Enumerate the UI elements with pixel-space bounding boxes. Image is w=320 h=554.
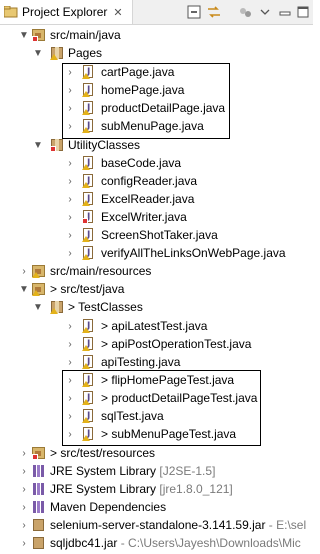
chevron-right-icon[interactable]: › <box>18 498 30 516</box>
tree-label: > TestClasses <box>68 300 143 314</box>
tree-label: baseCode.java <box>101 156 182 170</box>
highlight-box-tests <box>62 370 261 446</box>
chevron-right-icon[interactable]: › <box>64 353 76 371</box>
package-icon <box>50 46 64 60</box>
collapse-all-icon[interactable] <box>185 3 203 21</box>
chevron-right-icon[interactable]: › <box>18 480 30 498</box>
tree-label: JRE System Library [jre1.8.0_121] <box>50 482 233 496</box>
library-icon <box>32 464 46 478</box>
tree-label: JRE System Library [J2SE-1.5] <box>50 464 216 478</box>
tree-label: > apiPostOperationTest.java <box>101 337 252 351</box>
tree-label: apiTesting.java <box>101 355 181 369</box>
tree-node-jre-library[interactable]: › JRE System Library [J2SE-1.5] <box>0 462 313 480</box>
chevron-down-icon[interactable]: ▼ <box>32 298 44 316</box>
tree-node-file[interactable]: › J verifyAllTheLinksOnWebPage.java <box>0 244 313 262</box>
chevron-right-icon[interactable]: › <box>18 534 30 552</box>
link-with-editor-icon[interactable] <box>205 3 223 21</box>
source-folder-icon <box>32 282 46 296</box>
tree-label: verifyAllTheLinksOnWebPage.java <box>101 246 286 260</box>
tree-label: > src/test/resources <box>50 446 156 460</box>
chevron-right-icon[interactable]: › <box>64 154 76 172</box>
java-file-icon: J <box>82 319 96 333</box>
java-file-icon: J <box>82 192 96 206</box>
chevron-down-icon[interactable]: ▼ <box>18 280 30 298</box>
java-file-icon: J <box>82 174 96 188</box>
tree-node-testclasses[interactable]: ▼ > TestClasses <box>0 298 313 316</box>
tree-label: ScreenShotTaker.java <box>101 228 218 242</box>
tree-label: selenium-server-standalone-3.141.59.jar … <box>50 518 307 532</box>
tree-label: ExcelWriter.java <box>101 210 187 224</box>
tree-label: > apiLatestTest.java <box>101 319 208 333</box>
tree-label: src/main/resources <box>50 264 152 278</box>
java-file-icon: J <box>82 210 96 224</box>
filter-icon[interactable] <box>236 3 254 21</box>
tree-node-src-test-java[interactable]: ▼ > src/test/java <box>0 280 313 298</box>
tree-label: configReader.java <box>101 174 198 188</box>
chevron-right-icon[interactable]: › <box>18 262 30 280</box>
java-file-icon: J <box>82 246 96 260</box>
tree-node-src-test-resources[interactable]: › > src/test/resources <box>0 444 313 462</box>
tree-label: sqljdbc41.jar - C:\Users\Jayesh\Download… <box>50 536 301 550</box>
tree-label: Pages <box>68 46 103 60</box>
chevron-right-icon[interactable]: › <box>64 226 76 244</box>
chevron-right-icon[interactable]: › <box>18 516 30 534</box>
minimize-icon[interactable] <box>276 3 294 21</box>
tree-node-jar[interactable]: › sqljdbc41.jar - C:\Users\Jayesh\Downlo… <box>0 534 313 552</box>
java-file-icon: J <box>82 355 96 369</box>
tree-node-file[interactable]: › J configReader.java <box>0 172 313 190</box>
tree-label: Maven Dependencies <box>50 500 167 514</box>
chevron-down-icon[interactable]: ▼ <box>18 26 30 44</box>
tree-label: src/main/java <box>50 28 121 42</box>
tree-node-src-main-resources[interactable]: › src/main/resources <box>0 262 313 280</box>
library-icon <box>32 482 46 496</box>
highlight-box-pages <box>62 63 230 139</box>
chevron-right-icon[interactable]: › <box>64 317 76 335</box>
tree-label: UtilityClasses <box>68 138 141 152</box>
project-explorer-icon <box>3 5 18 18</box>
chevron-right-icon[interactable]: › <box>64 208 76 226</box>
tree-node-maven-dependencies[interactable]: › Maven Dependencies <box>0 498 313 516</box>
tree-node-jre-library[interactable]: › JRE System Library [jre1.8.0_121] <box>0 480 313 498</box>
package-icon <box>50 300 64 314</box>
package-icon <box>50 138 64 152</box>
tab-title: Project Explorer <box>22 5 108 19</box>
close-icon[interactable]: ✕ <box>113 6 122 19</box>
chevron-right-icon[interactable]: › <box>18 462 30 480</box>
view-menu-icon[interactable] <box>256 3 274 21</box>
view-header: Project Explorer ✕ <box>0 0 313 25</box>
chevron-right-icon[interactable]: › <box>64 244 76 262</box>
tree-node-file[interactable]: › J > apiPostOperationTest.java <box>0 335 313 353</box>
tree-node-file[interactable]: › J > apiLatestTest.java <box>0 317 313 335</box>
tree-label: > src/test/java <box>50 282 125 296</box>
source-folder-icon <box>32 28 46 42</box>
tab-project-explorer[interactable]: Project Explorer ✕ <box>0 0 133 24</box>
chevron-right-icon[interactable]: › <box>18 444 30 462</box>
tree-node-file[interactable]: › J ExcelWriter.java <box>0 208 313 226</box>
java-file-icon: J <box>82 156 96 170</box>
source-folder-icon <box>32 446 46 460</box>
tree-node-file[interactable]: › J baseCode.java <box>0 154 313 172</box>
java-file-icon: J <box>82 337 96 351</box>
tree-node-src-main-java[interactable]: ▼ src/main/java <box>0 26 313 44</box>
tree-node-file[interactable]: › J apiTesting.java <box>0 353 313 371</box>
chevron-down-icon[interactable]: ▼ <box>32 44 44 62</box>
tree-node-file[interactable]: › J ExcelReader.java <box>0 190 313 208</box>
chevron-down-icon[interactable]: ▼ <box>32 136 44 154</box>
tree-node-pages[interactable]: ▼ Pages <box>0 44 313 62</box>
jar-icon <box>32 536 46 550</box>
source-folder-icon <box>32 264 46 278</box>
chevron-right-icon[interactable]: › <box>64 190 76 208</box>
tree-label: ExcelReader.java <box>101 192 195 206</box>
chevron-right-icon[interactable]: › <box>64 335 76 353</box>
chevron-right-icon[interactable]: › <box>64 172 76 190</box>
library-icon <box>32 500 46 514</box>
tree-node-file[interactable]: › J ScreenShotTaker.java <box>0 226 313 244</box>
tree-node-jar[interactable]: › selenium-server-standalone-3.141.59.ja… <box>0 516 313 534</box>
jar-icon <box>32 518 46 532</box>
maximize-icon[interactable] <box>294 3 312 21</box>
java-file-icon: J <box>82 228 96 242</box>
